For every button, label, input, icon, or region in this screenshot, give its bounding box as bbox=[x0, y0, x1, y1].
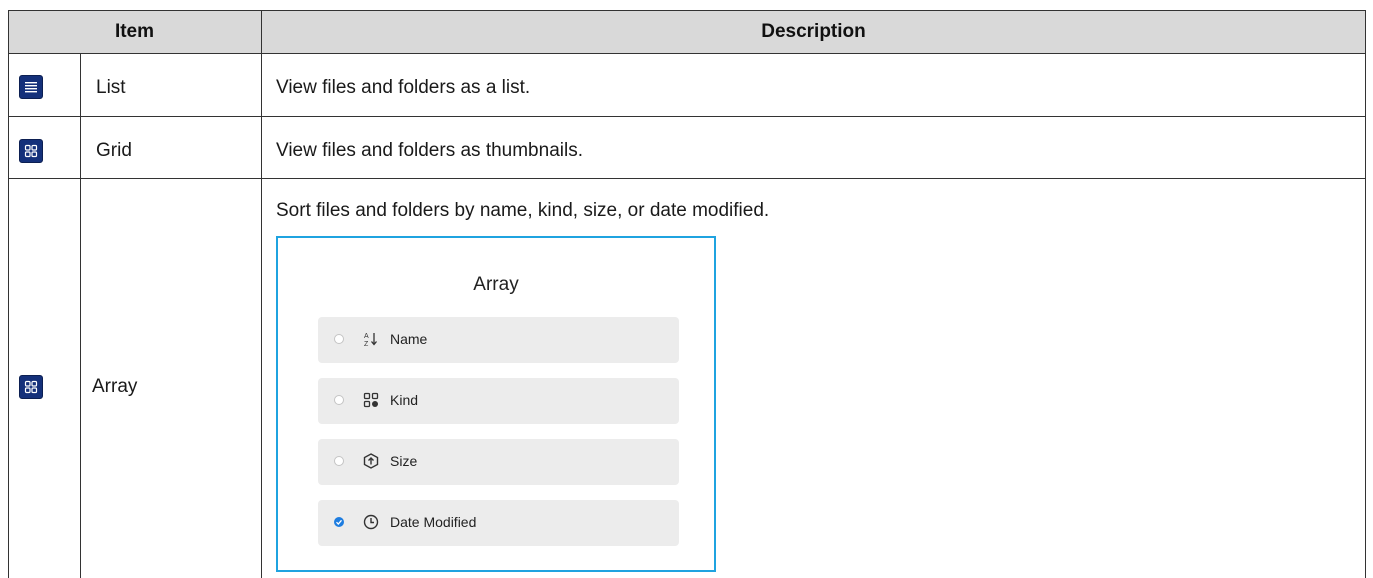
kind-icon bbox=[362, 391, 380, 409]
option-label: Size bbox=[390, 453, 418, 469]
option-label: Name bbox=[390, 331, 428, 347]
column-divider bbox=[261, 10, 262, 578]
svg-text:A: A bbox=[364, 333, 369, 340]
column-divider bbox=[80, 53, 81, 578]
feature-table: Item Description List View files and fol… bbox=[8, 10, 1366, 578]
table-border bbox=[1365, 10, 1366, 578]
grid-icon bbox=[19, 375, 43, 399]
popup-title: Array bbox=[473, 274, 519, 295]
radio-unchecked[interactable] bbox=[334, 456, 344, 466]
sort-option-kind[interactable]: Kind bbox=[318, 378, 679, 424]
grid-icon bbox=[19, 139, 43, 163]
sort-option-name[interactable]: A Z Name bbox=[318, 317, 679, 363]
list-icon bbox=[19, 75, 43, 99]
header-item: Item bbox=[114, 21, 155, 42]
item-array: Array bbox=[92, 376, 138, 397]
row-divider bbox=[8, 116, 1366, 117]
radio-unchecked[interactable] bbox=[334, 334, 344, 344]
row-divider bbox=[8, 178, 1366, 179]
description-array: Sort files and folders by name, kind, si… bbox=[276, 200, 770, 221]
table-border bbox=[8, 10, 1366, 11]
table-border bbox=[8, 10, 9, 578]
description-list: View files and folders as a list. bbox=[276, 77, 531, 98]
header-description: Description bbox=[761, 21, 866, 42]
sort-az-icon: A Z bbox=[362, 330, 380, 348]
row-divider bbox=[8, 53, 1366, 54]
sort-option-size[interactable]: Size bbox=[318, 439, 679, 485]
description-grid: View files and folders as thumbnails. bbox=[276, 140, 583, 161]
option-label: Date Modified bbox=[390, 514, 477, 530]
item-grid: Grid bbox=[96, 140, 132, 161]
radio-checked-icon[interactable] bbox=[334, 517, 344, 527]
sort-option-date-modified[interactable]: Date Modified bbox=[318, 500, 679, 546]
option-label: Kind bbox=[390, 392, 419, 408]
array-popup: Array A Z Name Kind Size Date Modified bbox=[276, 236, 716, 572]
size-icon bbox=[362, 452, 380, 470]
table-header: Item Description bbox=[8, 10, 1366, 53]
item-list: List bbox=[96, 77, 126, 98]
radio-unchecked[interactable] bbox=[334, 395, 344, 405]
clock-icon bbox=[362, 513, 380, 531]
svg-text:Z: Z bbox=[364, 341, 369, 347]
